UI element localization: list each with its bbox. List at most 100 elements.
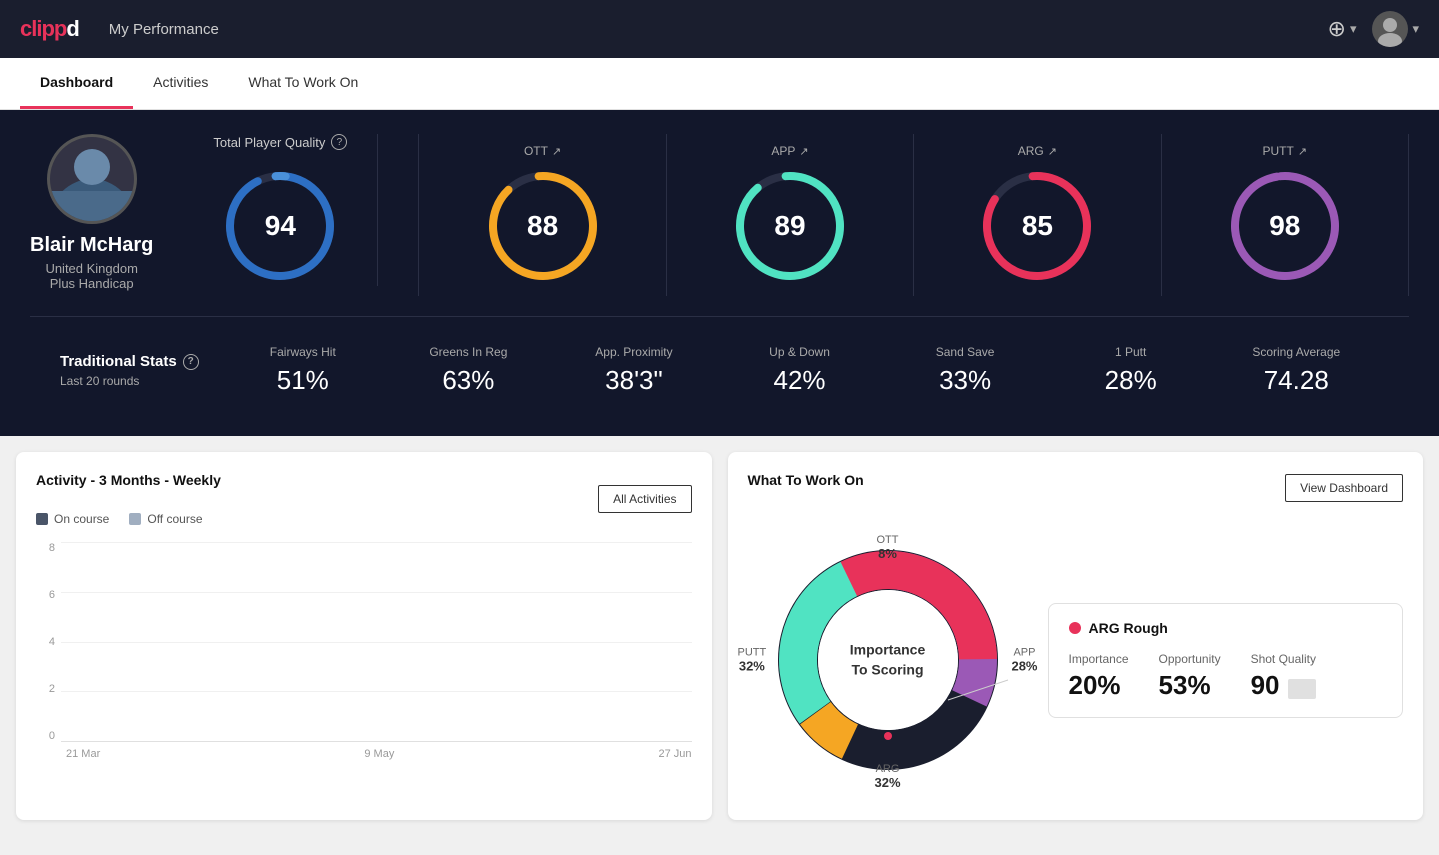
header-actions: ⊕ ▾ ▾: [1328, 11, 1420, 47]
tpq-section: Total Player Quality ? 94: [183, 134, 378, 286]
tpq-gauge: 94: [220, 166, 340, 286]
player-country: United Kingdom: [30, 261, 153, 276]
stat-sand-save: Sand Save 33%: [882, 345, 1048, 396]
detail-section: ARG Rough Importance 20% Opportunity 53%…: [1048, 603, 1404, 718]
view-dashboard-button[interactable]: View Dashboard: [1285, 474, 1403, 502]
score-card-arg: ARG ↗ 85: [914, 134, 1161, 296]
arg-gauge: 85: [977, 166, 1097, 286]
score-card-putt: PUTT ↗ 98: [1162, 134, 1409, 296]
ott-arrow-icon: ↗: [552, 145, 561, 158]
scores-row: OTT ↗ 88 APP ↗: [418, 134, 1409, 296]
activity-chart-title: Activity - 3 Months - Weekly: [36, 472, 221, 488]
x-label-1: 21 Mar: [66, 748, 100, 760]
legend-on-course: On course: [36, 512, 109, 526]
segment-label-putt: PUTT 32%: [738, 647, 767, 674]
stat-fairways-hit: Fairways Hit 51%: [220, 345, 386, 396]
wtwo-title: What To Work On: [748, 472, 864, 488]
user-chevron: ▾: [1412, 21, 1419, 37]
legend-off-course: Off course: [129, 512, 202, 526]
app-label: APP ↗: [771, 144, 808, 158]
donut-chart-wrapper: Importance To Scoring OTT 8% APP 28% ARG…: [748, 520, 1028, 800]
detail-metrics: Importance 20% Opportunity 53% Shot Qual…: [1069, 652, 1383, 701]
shot-quality-badge: [1288, 679, 1316, 699]
player-section: Blair McHarg United Kingdom Plus Handica…: [30, 134, 153, 291]
donut-center-text: Importance To Scoring: [850, 640, 925, 679]
metric-shot-quality: Shot Quality 90: [1251, 652, 1316, 701]
putt-label: PUTT ↗: [1263, 144, 1308, 158]
detail-dot: [1069, 622, 1081, 634]
avatar: [1372, 11, 1408, 47]
add-chevron: ▾: [1350, 21, 1357, 37]
putt-value: 98: [1269, 210, 1300, 242]
traditional-stats-row: Traditional Stats ? Last 20 rounds Fairw…: [30, 316, 1409, 406]
arg-arrow-icon: ↗: [1048, 145, 1057, 158]
metric-importance: Importance 20%: [1069, 652, 1129, 701]
app-arrow-icon: ↗: [799, 145, 808, 158]
arg-connector-dot: [884, 732, 892, 740]
x-label-3: 27 Jun: [658, 748, 691, 760]
player-name: Blair McHarg: [30, 234, 153, 257]
nav-tabs: Dashboard Activities What To Work On: [0, 58, 1439, 110]
y-axis: 8 6 4 2 0: [36, 542, 61, 742]
segment-label-ott: OTT 8%: [877, 534, 899, 561]
arg-value: 85: [1022, 210, 1053, 242]
player-avatar: [47, 134, 137, 224]
stats-sublabel: Last 20 rounds: [60, 374, 220, 388]
wtwo-body: Importance To Scoring OTT 8% APP 28% ARG…: [748, 520, 1404, 800]
grid-line-8: [61, 542, 692, 543]
wtwo-header: What To Work On View Dashboard: [748, 472, 1404, 504]
on-course-legend-dot: [36, 513, 48, 525]
add-button[interactable]: ⊕ ▾: [1328, 16, 1357, 42]
tpq-info-icon[interactable]: ?: [331, 134, 347, 150]
player-info: Blair McHarg United Kingdom Plus Handica…: [30, 234, 153, 291]
metric-opportunity: Opportunity 53%: [1159, 652, 1221, 701]
ott-gauge: 88: [483, 166, 603, 286]
wtwo-card: What To Work On View Dashboard: [728, 452, 1424, 820]
score-card-ott: OTT ↗ 88: [419, 134, 666, 296]
bar-chart: 8 6 4 2 0: [36, 542, 692, 772]
add-icon: ⊕: [1328, 16, 1346, 42]
user-menu[interactable]: ▾: [1372, 11, 1419, 47]
dark-panel: Blair McHarg United Kingdom Plus Handica…: [0, 110, 1439, 436]
stat-up-down: Up & Down 42%: [717, 345, 883, 396]
grid-line-4: [61, 642, 692, 643]
score-card-app: APP ↗ 89: [667, 134, 914, 296]
grid-line-6: [61, 592, 692, 593]
chart-area-wrapper: 8 6 4 2 0: [36, 542, 692, 742]
ott-label: OTT ↗: [524, 144, 561, 158]
ott-value: 88: [527, 210, 558, 242]
arg-detail-card: ARG Rough Importance 20% Opportunity 53%…: [1048, 603, 1404, 718]
stats-info-icon[interactable]: ?: [183, 354, 199, 370]
activity-card: Activity - 3 Months - Weekly On course O…: [16, 452, 712, 820]
stat-greens-in-reg: Greens In Reg 63%: [386, 345, 552, 396]
player-row: Blair McHarg United Kingdom Plus Handica…: [30, 134, 1409, 296]
stats-label-section: Traditional Stats ? Last 20 rounds: [60, 353, 220, 388]
stats-label: Traditional Stats ?: [60, 353, 220, 370]
all-activities-button[interactable]: All Activities: [598, 485, 691, 513]
stat-1-putt: 1 Putt 28%: [1048, 345, 1214, 396]
stat-app-proximity: App. Proximity 38'3": [551, 345, 717, 396]
tpq-value: 94: [265, 210, 296, 242]
putt-arrow-icon: ↗: [1298, 145, 1307, 158]
chart-legend: On course Off course: [36, 512, 221, 526]
header-title: My Performance: [109, 21, 219, 38]
header: clippd My Performance ⊕ ▾ ▾: [0, 0, 1439, 58]
grid-line-2: [61, 691, 692, 692]
off-course-legend-dot: [129, 513, 141, 525]
segment-label-app: APP 28%: [1011, 647, 1037, 674]
logo: clippd: [20, 16, 79, 42]
detail-title: ARG Rough: [1069, 620, 1383, 636]
segment-label-arg: ARG 32%: [874, 763, 900, 790]
tab-dashboard[interactable]: Dashboard: [20, 58, 133, 109]
tpq-label: Total Player Quality ?: [213, 134, 347, 150]
app-value: 89: [774, 210, 805, 242]
bars-area: [61, 542, 692, 742]
chart-header: Activity - 3 Months - Weekly On course O…: [36, 472, 692, 526]
tab-what-to-work-on[interactable]: What To Work On: [228, 58, 378, 109]
x-axis: 21 Mar 9 May 27 Jun: [36, 748, 692, 760]
x-label-2: 9 May: [364, 748, 394, 760]
stat-scoring-average: Scoring Average 74.28: [1213, 345, 1379, 396]
tab-activities[interactable]: Activities: [133, 58, 228, 109]
app-gauge: 89: [730, 166, 850, 286]
arg-label: ARG ↗: [1018, 144, 1057, 158]
